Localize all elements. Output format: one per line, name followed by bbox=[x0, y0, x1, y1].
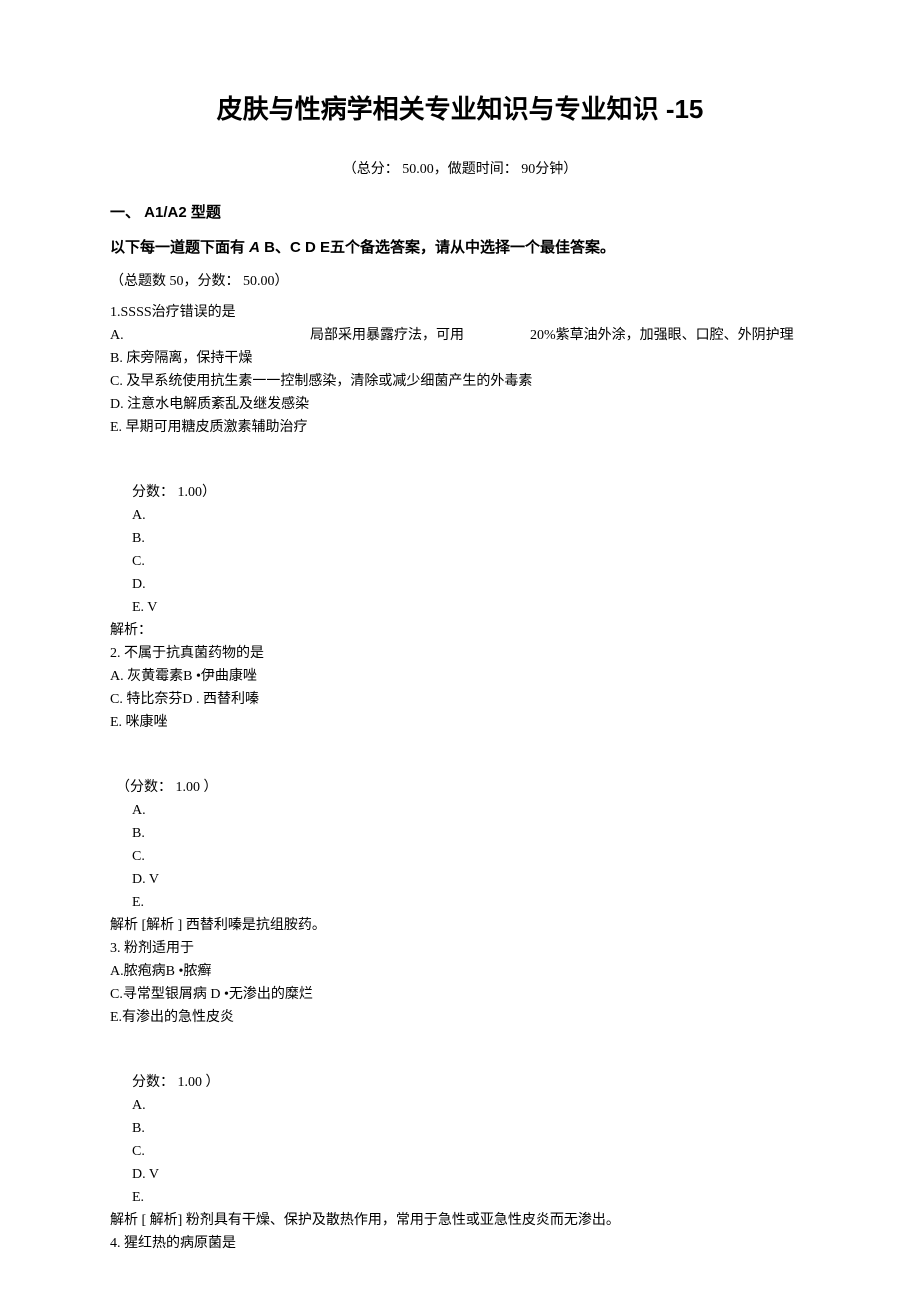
q1-stem: 1.SSSS治疗错误的是 bbox=[110, 302, 810, 323]
question-count: （总题数 50，分数： 50.00） bbox=[110, 271, 810, 292]
q1-score: 分数： 1.00） bbox=[110, 482, 810, 503]
q3-ans-b: B. bbox=[110, 1118, 810, 1139]
q1-ans-b: B. bbox=[110, 528, 810, 549]
q1-opt-e: E. 早期可用糖皮质激素辅助治疗 bbox=[110, 417, 810, 438]
q1-opt-d: D. 注意水电解质紊乱及继发感染 bbox=[110, 394, 810, 415]
q1-opt-b: B. 床旁隔离，保持干燥 bbox=[110, 348, 810, 369]
q3-opt-e: E.有渗出的急性皮炎 bbox=[110, 1007, 810, 1028]
q1-opt-a-tail: 20%紫草油外涂，加强眼、口腔、外阴护理 bbox=[530, 325, 794, 346]
q2-ans-a: A. bbox=[110, 800, 810, 821]
q1-opt-a-text: 局部采用暴露疗法，可用 bbox=[310, 325, 530, 346]
section-heading: 一、 A1/A2 型题 bbox=[110, 202, 810, 225]
q1-ans-c: C. bbox=[110, 551, 810, 572]
q3-ans-d: D. V bbox=[110, 1164, 810, 1185]
q2-opt-e: E. 咪康唑 bbox=[110, 712, 810, 733]
q1-ans-a: A. bbox=[110, 505, 810, 526]
q1-ans-d: D. bbox=[110, 574, 810, 595]
q2-ans-d: D. V bbox=[110, 869, 810, 890]
q1-ans-e: E. V bbox=[110, 597, 810, 618]
q2-ans-e: E. bbox=[110, 892, 810, 913]
q1-opt-c: C. 及早系统使用抗生素一一控制感染，清除或减少细菌产生的外毒素 bbox=[110, 371, 810, 392]
q2-stem: 2. 不属于抗真菌药物的是 bbox=[110, 643, 810, 664]
q4-stem: 4. 猩红热的病原菌是 bbox=[110, 1233, 810, 1254]
q3-stem: 3. 粉剂适用于 bbox=[110, 938, 810, 959]
instruction-post: B、C D E五个备选答案，请从中选择一个最佳答案。 bbox=[260, 239, 615, 256]
q3-opt-a: A.脓疱病B •脓癣 bbox=[110, 961, 810, 982]
q3-analysis: 解析 [ 解析] 粉剂具有干燥、保护及散热作用，常用于急性或亚急性皮炎而无渗出。 bbox=[110, 1210, 810, 1231]
q3-ans-e: E. bbox=[110, 1187, 810, 1208]
q2-opt-a: A. 灰黄霉素B •伊曲康唑 bbox=[110, 666, 810, 687]
instruction-line: 以下每一道题下面有 A B、C D E五个备选答案，请从中选择一个最佳答案。 bbox=[110, 237, 810, 260]
q3-score: 分数： 1.00 ） bbox=[110, 1072, 810, 1093]
q2-score: （分数： 1.00 ） bbox=[110, 777, 810, 798]
q3-ans-a: A. bbox=[110, 1095, 810, 1116]
q1-opt-a-label: A. bbox=[110, 325, 310, 346]
q2-analysis: 解析 [解析 ] 西替利嗪是抗组胺药。 bbox=[110, 915, 810, 936]
q2-opt-c: C. 特比奈芬D . 西替利嗪 bbox=[110, 689, 810, 710]
q1-opt-a-row: A. 局部采用暴露疗法，可用 20%紫草油外涂，加强眼、口腔、外阴护理 bbox=[110, 325, 810, 346]
instruction-italic: A bbox=[249, 239, 260, 256]
exam-meta: （总分： 50.00，做题时间： 90分钟） bbox=[110, 159, 810, 180]
q2-ans-b: B. bbox=[110, 823, 810, 844]
q3-ans-c: C. bbox=[110, 1141, 810, 1162]
page-title: 皮肤与性病学相关专业知识与专业知识 -15 bbox=[110, 90, 810, 129]
q1-analysis: 解析： bbox=[110, 620, 810, 641]
q2-ans-c: C. bbox=[110, 846, 810, 867]
q3-opt-c: C.寻常型银屑病 D •无渗出的糜烂 bbox=[110, 984, 810, 1005]
instruction-pre: 以下每一道题下面有 bbox=[110, 239, 249, 256]
